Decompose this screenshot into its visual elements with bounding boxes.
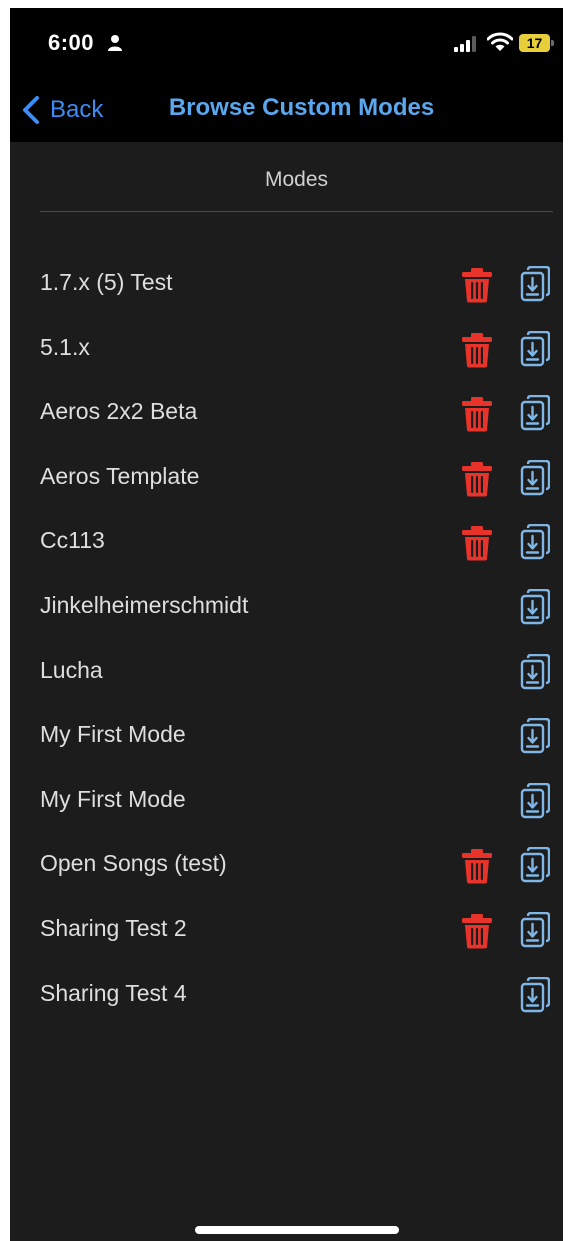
- mode-name: Sharing Test 2: [40, 914, 187, 941]
- mode-row[interactable]: 1.7.x (5) Test: [10, 253, 563, 318]
- mode-name: Lucha: [40, 656, 103, 683]
- phone-screen: 6:00 17 Back Browse Custom Modes Modes 1…: [10, 8, 563, 1241]
- mode-row[interactable]: 5.1.x: [10, 318, 563, 383]
- battery-icon: 17: [519, 34, 555, 52]
- mode-row[interactable]: My First Mode: [10, 770, 563, 835]
- mode-name: Cc113: [40, 527, 105, 554]
- mode-name: Aeros Template: [40, 462, 200, 489]
- mode-name: My First Mode: [40, 721, 186, 748]
- delete-mode-button[interactable]: [461, 913, 493, 949]
- import-mode-button[interactable]: [520, 266, 550, 302]
- mode-name: Jinkelheimerschmidt: [40, 591, 249, 618]
- delete-mode-button[interactable]: [461, 332, 493, 368]
- import-mode-button[interactable]: [520, 459, 550, 496]
- mode-row[interactable]: Sharing Test 2: [10, 899, 563, 964]
- mode-name: 1.7.x (5) Test: [40, 269, 173, 295]
- mode-name: 5.1.x: [40, 333, 90, 360]
- delete-mode-button[interactable]: [461, 396, 493, 432]
- import-mode-button[interactable]: [520, 782, 550, 819]
- delete-mode-button[interactable]: [461, 525, 493, 561]
- mode-list: 1.7.x (5) Test 5.1.x Aeros 2x2 Beta Aero…: [10, 253, 563, 1028]
- battery-level: 17: [519, 34, 550, 52]
- import-mode-button[interactable]: [520, 653, 550, 690]
- mode-row[interactable]: Cc113: [10, 511, 563, 576]
- delete-mode-button[interactable]: [461, 848, 493, 884]
- import-mode-button[interactable]: [520, 847, 550, 883]
- mode-row[interactable]: Open Songs (test): [10, 834, 563, 899]
- mode-row[interactable]: Lucha: [10, 641, 563, 706]
- import-mode-button[interactable]: [520, 330, 550, 367]
- import-mode-button[interactable]: [520, 976, 550, 1013]
- person-icon: [108, 35, 122, 51]
- mode-row[interactable]: Jinkelheimerschmidt: [10, 576, 563, 641]
- section-header: Modes: [264, 168, 329, 191]
- delete-mode-button[interactable]: [461, 267, 493, 303]
- import-mode-button[interactable]: [520, 911, 550, 948]
- mode-name: Aeros 2x2 Beta: [40, 398, 198, 425]
- import-mode-button[interactable]: [520, 588, 550, 625]
- mode-row[interactable]: Aeros Template: [10, 447, 563, 512]
- import-mode-button[interactable]: [520, 718, 550, 754]
- mode-row[interactable]: My First Mode: [10, 705, 563, 770]
- mode-row[interactable]: Sharing Test 4: [10, 964, 563, 1029]
- delete-mode-button[interactable]: [461, 461, 493, 497]
- cellular-signal-icon: [454, 36, 476, 52]
- status-time: 6:00: [48, 30, 95, 55]
- battery-nub: [551, 40, 554, 46]
- section-divider: [40, 211, 553, 212]
- import-mode-button[interactable]: [520, 395, 550, 431]
- import-mode-button[interactable]: [520, 524, 550, 560]
- page-title: Browse Custom Modes: [168, 94, 435, 121]
- top-bar: 6:00 17 Back Browse Custom Modes: [10, 8, 563, 142]
- home-indicator[interactable]: [195, 1226, 399, 1234]
- mode-name: Sharing Test 4: [40, 979, 187, 1006]
- wifi-icon: [487, 32, 513, 51]
- mode-row[interactable]: Aeros 2x2 Beta: [10, 382, 563, 447]
- mode-name: Open Songs (test): [40, 850, 227, 877]
- mode-name: My First Mode: [40, 785, 186, 812]
